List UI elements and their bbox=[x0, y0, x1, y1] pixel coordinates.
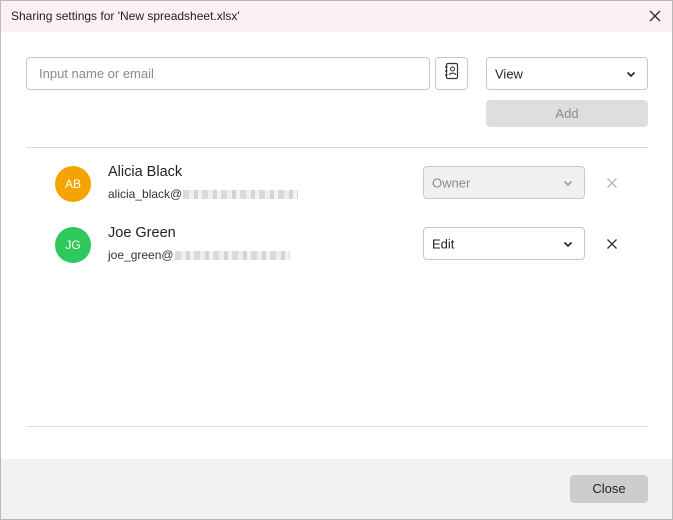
avatar: AB bbox=[55, 166, 91, 202]
close-button[interactable]: Close bbox=[570, 475, 648, 503]
permission-select-value: View bbox=[495, 66, 523, 81]
add-button[interactable]: Add bbox=[486, 100, 648, 127]
address-book-button[interactable] bbox=[435, 57, 468, 90]
remove-user-icon bbox=[604, 175, 620, 191]
user-row: AB Alicia Black alicia_black@ Owner bbox=[26, 159, 648, 209]
user-email-prefix: joe_green@ bbox=[108, 248, 174, 262]
title-bar: Sharing settings for 'New spreadsheet.xl… bbox=[1, 1, 672, 32]
user-permission-value: Edit bbox=[432, 236, 455, 251]
chevron-down-icon bbox=[562, 238, 574, 250]
bottom-divider bbox=[26, 426, 648, 427]
redacted-domain bbox=[183, 190, 299, 200]
chevron-down-icon bbox=[625, 68, 637, 80]
redacted-domain bbox=[174, 251, 290, 261]
user-permission-value: Owner bbox=[432, 175, 471, 190]
name-or-email-input[interactable] bbox=[26, 57, 430, 90]
user-email-prefix: alicia_black@ bbox=[108, 187, 183, 201]
user-name: Joe Green bbox=[108, 225, 176, 241]
dialog-title: Sharing settings for 'New spreadsheet.xl… bbox=[11, 9, 240, 23]
address-book-icon bbox=[444, 62, 460, 85]
user-email: alicia_black@ bbox=[108, 187, 299, 201]
user-name: Alicia Black bbox=[108, 164, 183, 180]
user-permission-select[interactable]: Edit bbox=[423, 227, 585, 260]
user-row: JG Joe Green joe_green@ Edit bbox=[26, 220, 648, 270]
close-icon[interactable] bbox=[646, 7, 664, 25]
remove-user-icon[interactable] bbox=[604, 236, 620, 252]
user-email: joe_green@ bbox=[108, 248, 290, 262]
permission-select[interactable]: View bbox=[486, 57, 648, 90]
avatar: JG bbox=[55, 227, 91, 263]
top-divider bbox=[26, 147, 648, 148]
chevron-down-icon bbox=[562, 177, 574, 189]
user-permission-select: Owner bbox=[423, 166, 585, 199]
sharing-dialog: Sharing settings for 'New spreadsheet.xl… bbox=[0, 0, 673, 520]
